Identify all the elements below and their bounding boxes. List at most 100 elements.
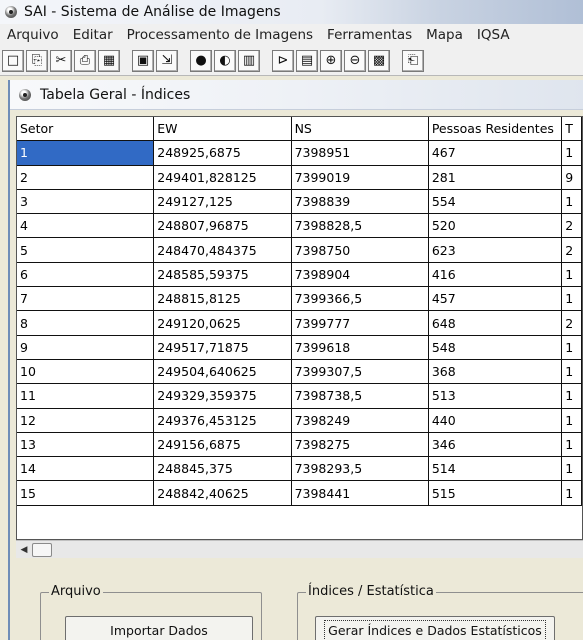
generate-indices-button[interactable]: Gerar Índices e Dados Estatísticos bbox=[315, 616, 555, 640]
cell-ew[interactable]: 248807,96875 bbox=[154, 214, 292, 238]
cell-setor[interactable]: 6 bbox=[17, 262, 155, 287]
cell-pessoas-residentes[interactable]: 467 bbox=[429, 141, 563, 165]
table-row[interactable]: 10 249504,640625 7399307,5 368 1 bbox=[17, 359, 582, 385]
cell-ns[interactable]: 7398293,5 bbox=[292, 457, 429, 481]
cell-ew[interactable]: 249504,640625 bbox=[154, 359, 292, 384]
cell-setor[interactable]: 8 bbox=[17, 311, 155, 335]
image-icon[interactable]: ▤ bbox=[296, 49, 318, 72]
cell-setor[interactable]: 13 bbox=[17, 432, 155, 457]
cell-pessoas-residentes[interactable]: 368 bbox=[429, 359, 563, 384]
cell-t[interactable]: 1 bbox=[562, 481, 582, 505]
cell-setor[interactable]: 7 bbox=[17, 287, 155, 311]
cell-setor[interactable]: 5 bbox=[17, 238, 155, 262]
table-row[interactable]: 8 249120,0625 7399777 648 2 bbox=[17, 311, 582, 336]
cell-t[interactable]: 1 bbox=[562, 432, 582, 457]
table-row[interactable]: 13 249156,6875 7398275 346 1 bbox=[17, 432, 582, 458]
table-row[interactable]: 1 248925,6875 7398951 467 1 bbox=[17, 141, 582, 166]
zoom-out-icon[interactable]: ⊖ bbox=[344, 49, 366, 72]
cell-setor[interactable]: 3 bbox=[17, 189, 155, 214]
column-header-setor[interactable]: Setor bbox=[17, 117, 155, 141]
cell-ns[interactable]: 7399307,5 bbox=[292, 359, 429, 384]
filter-icon[interactable]: ⊳ bbox=[272, 49, 294, 72]
data-grid[interactable]: Setor EW NS Pessoas Residentes T 1 248925… bbox=[16, 116, 583, 540]
chart-icon[interactable]: ▥ bbox=[238, 49, 260, 72]
cell-setor[interactable]: 9 bbox=[17, 335, 155, 359]
cell-ns[interactable]: 7398249 bbox=[292, 408, 429, 432]
cell-ew[interactable]: 249127,125 bbox=[154, 189, 292, 214]
cell-ew[interactable]: 248845,375 bbox=[154, 457, 292, 481]
menu-ferramentas[interactable]: Ferramentas bbox=[320, 27, 419, 43]
cell-ns[interactable]: 7398951 bbox=[292, 141, 429, 165]
cell-pessoas-residentes[interactable]: 520 bbox=[429, 214, 563, 238]
new-icon[interactable]: □ bbox=[2, 49, 24, 72]
cell-ew[interactable]: 249156,6875 bbox=[154, 432, 292, 457]
texture-icon[interactable]: ▩ bbox=[368, 49, 390, 72]
table-row[interactable]: 9 249517,71875 7399618 548 1 bbox=[17, 335, 582, 360]
cell-t[interactable]: 1 bbox=[562, 262, 582, 287]
zoom-in-icon[interactable]: ⊕ bbox=[320, 49, 342, 72]
column-header-t[interactable]: T bbox=[562, 117, 582, 141]
cell-ew[interactable]: 249401,828125 bbox=[154, 165, 292, 189]
import-data-button[interactable]: Importar Dados bbox=[65, 616, 253, 640]
cell-t[interactable]: 2 bbox=[562, 214, 582, 238]
cell-ns[interactable]: 7399019 bbox=[292, 165, 429, 189]
cell-pessoas-residentes[interactable]: 514 bbox=[429, 457, 563, 481]
cell-pessoas-residentes[interactable]: 554 bbox=[429, 189, 563, 214]
cell-t[interactable]: 2 bbox=[562, 311, 582, 335]
menu-mapa[interactable]: Mapa bbox=[419, 27, 470, 43]
cell-pessoas-residentes[interactable]: 515 bbox=[429, 481, 563, 505]
table-row[interactable]: 15 248842,40625 7398441 515 1 bbox=[17, 481, 582, 506]
cell-pessoas-residentes[interactable]: 440 bbox=[429, 408, 563, 432]
column-header-pessoas-residentes[interactable]: Pessoas Residentes bbox=[428, 117, 563, 141]
cell-ns[interactable]: 7398738,5 bbox=[292, 384, 429, 408]
cell-ns[interactable]: 7399777 bbox=[292, 311, 429, 335]
cell-pessoas-residentes[interactable]: 416 bbox=[429, 262, 563, 287]
cell-setor[interactable]: 11 bbox=[17, 384, 155, 408]
cell-pessoas-residentes[interactable]: 281 bbox=[429, 165, 563, 189]
cell-t[interactable]: 1 bbox=[562, 141, 582, 165]
cell-ns[interactable]: 7398904 bbox=[292, 262, 429, 287]
cell-ns[interactable]: 7398275 bbox=[292, 432, 429, 457]
cell-t[interactable]: 1 bbox=[562, 359, 582, 384]
cell-t[interactable]: 1 bbox=[562, 457, 582, 481]
cell-ew[interactable]: 249120,0625 bbox=[154, 311, 292, 335]
cell-t[interactable]: 2 bbox=[562, 238, 582, 262]
layer-icon[interactable]: ◐ bbox=[214, 49, 236, 72]
cell-setor[interactable]: 2 bbox=[17, 165, 155, 189]
cell-ew[interactable]: 249376,453125 bbox=[154, 408, 292, 432]
cell-setor[interactable]: 14 bbox=[17, 457, 155, 481]
cell-t[interactable]: 1 bbox=[562, 287, 582, 311]
cell-pessoas-residentes[interactable]: 457 bbox=[429, 287, 563, 311]
save-icon[interactable]: ▣ bbox=[132, 49, 154, 72]
column-header-ew[interactable]: EW bbox=[154, 117, 292, 141]
fill-icon[interactable]: ● bbox=[190, 49, 212, 72]
cell-t[interactable]: 9 bbox=[562, 165, 582, 189]
table-row[interactable]: 2 249401,828125 7399019 281 9 bbox=[17, 165, 582, 190]
cell-t[interactable]: 1 bbox=[562, 408, 582, 432]
menu-iqsa[interactable]: IQSA bbox=[470, 27, 517, 43]
cell-ew[interactable]: 248815,8125 bbox=[154, 287, 292, 311]
cell-setor[interactable]: 15 bbox=[17, 481, 155, 505]
cell-setor[interactable]: 1 bbox=[17, 141, 155, 165]
print-icon[interactable]: ⎙ bbox=[74, 49, 96, 72]
table-row[interactable]: 7 248815,8125 7399366,5 457 1 bbox=[17, 287, 582, 312]
paste-icon[interactable]: ⎗ bbox=[402, 49, 424, 72]
menu-processamento-de-imagens[interactable]: Processamento de Imagens bbox=[120, 27, 320, 43]
cell-ew[interactable]: 248470,484375 bbox=[154, 238, 292, 262]
cell-setor[interactable]: 12 bbox=[17, 408, 155, 432]
menu-editar[interactable]: Editar bbox=[66, 27, 120, 43]
table-row[interactable]: 11 249329,359375 7398738,5 513 1 bbox=[17, 384, 582, 409]
cell-ns[interactable]: 7399366,5 bbox=[292, 287, 429, 311]
cell-ew[interactable]: 248585,59375 bbox=[154, 262, 292, 287]
table-row[interactable]: 5 248470,484375 7398750 623 2 bbox=[17, 238, 582, 263]
cell-t[interactable]: 1 bbox=[562, 384, 582, 408]
cell-ew[interactable]: 248842,40625 bbox=[154, 481, 292, 505]
cell-setor[interactable]: 10 bbox=[17, 359, 155, 384]
cell-t[interactable]: 1 bbox=[562, 335, 582, 359]
cell-ns[interactable]: 7398750 bbox=[292, 238, 429, 262]
cell-ew[interactable]: 249329,359375 bbox=[154, 384, 292, 408]
cell-ns[interactable]: 7398839 bbox=[292, 189, 429, 214]
cell-pessoas-residentes[interactable]: 548 bbox=[429, 335, 563, 359]
cell-ew[interactable]: 248925,6875 bbox=[154, 141, 292, 165]
horizontal-scrollbar[interactable]: ◀ bbox=[16, 540, 583, 558]
